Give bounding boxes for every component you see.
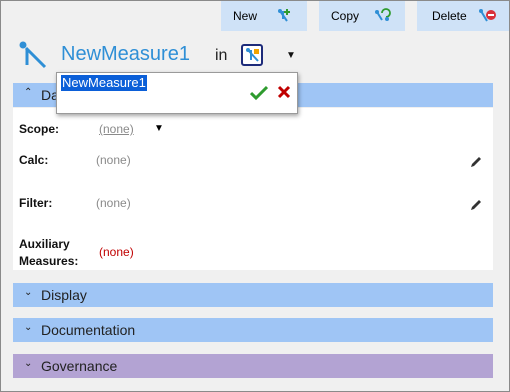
- copy-icon: [372, 7, 392, 28]
- calc-value: (none): [96, 153, 131, 167]
- delete-icon: [477, 7, 497, 28]
- new-button[interactable]: New: [221, 1, 307, 31]
- rename-popup: NewMeasure1: [56, 72, 298, 114]
- collapse-chevron-icon: ⌃: [24, 87, 33, 98]
- new-button-label: New: [233, 9, 258, 23]
- new-plus-icon: [276, 7, 294, 28]
- check-icon[interactable]: [249, 85, 269, 106]
- section-governance-header[interactable]: ⌄ Governance: [13, 354, 493, 378]
- auxiliary-measures-value[interactable]: (none): [99, 245, 134, 259]
- expand-chevron-icon: ⌄: [24, 358, 33, 369]
- copy-button-label: Copy: [331, 9, 360, 23]
- scope-label: Scope:: [19, 122, 60, 136]
- expand-chevron-icon: ⌄: [24, 322, 33, 333]
- measure-folder-icon: [245, 47, 261, 68]
- scope-dropdown-chevron-icon[interactable]: ▼: [154, 123, 164, 134]
- measure-editor-window: New Copy Delete NewMeasure1 in ▼ ⌃ Da Sc…: [0, 0, 510, 392]
- filter-value: (none): [96, 196, 131, 210]
- section-display-header[interactable]: ⌄ Display: [13, 283, 493, 307]
- section-documentation-header[interactable]: ⌄ Documentation: [13, 318, 493, 342]
- copy-button[interactable]: Copy: [319, 1, 405, 31]
- expand-chevron-icon: ⌄: [24, 287, 33, 298]
- folder-dropdown-chevron-icon[interactable]: ▼: [286, 50, 296, 61]
- section-governance-label: Governance: [41, 358, 118, 374]
- section-display-label: Display: [41, 287, 87, 303]
- calc-label: Calc:: [19, 153, 49, 167]
- calc-pencil-icon[interactable]: [469, 155, 483, 174]
- delete-button[interactable]: Delete: [417, 1, 509, 31]
- rename-input[interactable]: NewMeasure1: [61, 75, 147, 91]
- measure-icon: [17, 39, 49, 76]
- filter-label: Filter:: [19, 196, 53, 210]
- toolbar: New Copy Delete: [1, 1, 509, 31]
- auxiliary-label-line1: Auxiliary: [19, 237, 70, 251]
- in-label: in: [215, 47, 228, 64]
- scope-value-dropdown[interactable]: (none): [99, 122, 134, 136]
- section-documentation-label: Documentation: [41, 322, 136, 338]
- delete-button-label: Delete: [432, 9, 467, 23]
- page-title[interactable]: NewMeasure1: [61, 43, 190, 66]
- measure-folder-button[interactable]: [241, 44, 263, 66]
- close-icon[interactable]: [277, 85, 291, 104]
- auxiliary-label-line2: Measures:: [19, 254, 79, 268]
- filter-pencil-icon[interactable]: [469, 198, 483, 217]
- details-panel: Scope: (none) ▼ Calc: (none) Filter: (no…: [13, 108, 493, 270]
